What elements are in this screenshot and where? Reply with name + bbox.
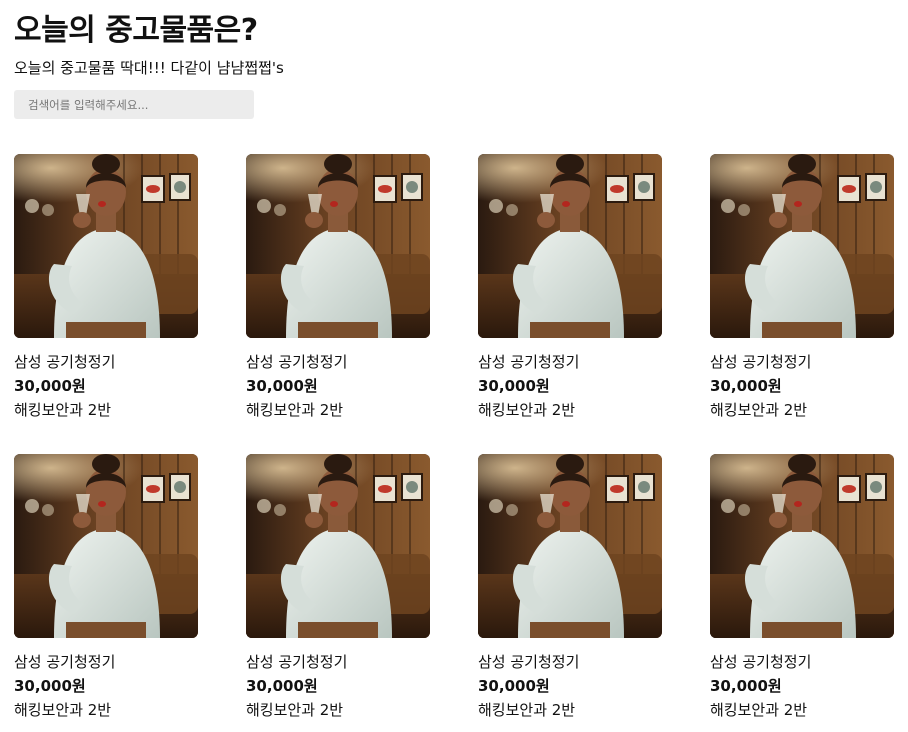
product-price: 30,000원: [478, 377, 550, 395]
product-price: 30,000원: [246, 377, 318, 395]
search-input[interactable]: [14, 90, 254, 119]
product-title: 삼성 공기청정기: [14, 353, 116, 371]
page: 오늘의 중고물품은? 오늘의 중고물품 딱대!!! 다같이 냠냠쩝쩝's 검색어…: [0, 0, 908, 732]
product-seller: 해킹보안과 2반: [246, 401, 344, 419]
product-card[interactable]: 삼성 공기청정기 30,000원 해킹보안과 2반: [478, 454, 662, 720]
product-price: 30,000원: [14, 377, 86, 395]
product-card[interactable]: 삼성 공기청정기 30,000원 해킹보안과 2반: [246, 454, 430, 720]
product-title: 삼성 공기청정기: [14, 653, 116, 671]
product-image[interactable]: [246, 154, 430, 338]
product-grid: 삼성 공기청정기 30,000원 해킹보안과 2반 삼성 공기청정기 30,00…: [14, 154, 894, 720]
product-image[interactable]: [710, 154, 894, 338]
product-seller: 해킹보안과 2반: [246, 701, 344, 719]
product-title: 삼성 공기청정기: [478, 653, 580, 671]
page-subtitle: 오늘의 중고물품 딱대!!! 다같이 냠냠쩝쩝's: [14, 59, 284, 77]
product-card[interactable]: 삼성 공기청정기 30,000원 해킹보안과 2반: [14, 154, 198, 420]
product-title: 삼성 공기청정기: [710, 653, 812, 671]
product-image[interactable]: [478, 154, 662, 338]
product-price: 30,000원: [246, 677, 318, 695]
product-card[interactable]: 삼성 공기청정기 30,000원 해킹보안과 2반: [710, 454, 894, 720]
product-card[interactable]: 삼성 공기청정기 30,000원 해킹보안과 2반: [710, 154, 894, 420]
product-image[interactable]: [14, 454, 198, 638]
product-seller: 해킹보안과 2반: [478, 401, 576, 419]
product-card[interactable]: 삼성 공기청정기 30,000원 해킹보안과 2반: [14, 454, 198, 720]
product-price: 30,000원: [14, 677, 86, 695]
product-title: 삼성 공기청정기: [246, 353, 348, 371]
product-seller: 해킹보안과 2반: [710, 401, 808, 419]
product-title: 삼성 공기청정기: [478, 353, 580, 371]
product-seller: 해킹보안과 2반: [14, 401, 112, 419]
product-price: 30,000원: [710, 377, 782, 395]
page-title: 오늘의 중고물품은?: [14, 13, 258, 48]
product-card[interactable]: 삼성 공기청정기 30,000원 해킹보안과 2반: [478, 154, 662, 420]
product-card[interactable]: 삼성 공기청정기 30,000원 해킹보안과 2반: [246, 154, 430, 420]
product-image[interactable]: [710, 454, 894, 638]
product-image[interactable]: [478, 454, 662, 638]
product-title: 삼성 공기청정기: [710, 353, 812, 371]
product-price: 30,000원: [478, 677, 550, 695]
product-seller: 해킹보안과 2반: [14, 701, 112, 719]
product-image[interactable]: [14, 154, 198, 338]
product-seller: 해킹보안과 2반: [478, 701, 576, 719]
product-seller: 해킹보안과 2반: [710, 701, 808, 719]
product-price: 30,000원: [710, 677, 782, 695]
product-title: 삼성 공기청정기: [246, 653, 348, 671]
product-image[interactable]: [246, 454, 430, 638]
